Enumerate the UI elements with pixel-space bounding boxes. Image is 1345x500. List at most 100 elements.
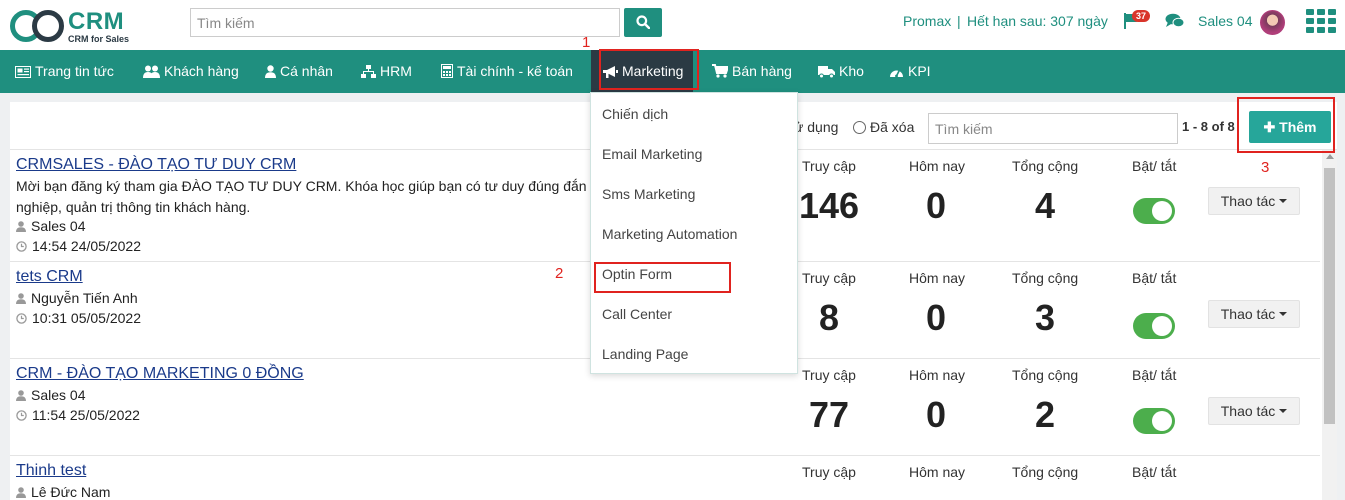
form-title-link[interactable]: CRMSALES - ĐÀO TẠO TƯ DUY CRM <box>16 156 296 174</box>
clock-icon <box>16 241 27 252</box>
nav-item-personal[interactable]: Cá nhân <box>265 50 333 93</box>
nav-item-warehouse[interactable]: Kho <box>818 50 864 93</box>
global-search-input[interactable] <box>190 8 620 37</box>
truck-icon <box>818 66 835 79</box>
pagination-info: 1 - 8 of 8 <box>1182 119 1235 134</box>
global-search <box>190 8 662 37</box>
logo-text: CRM <box>68 8 125 35</box>
annotation-step-1: 1 <box>582 34 591 51</box>
list-search-input[interactable] <box>928 113 1178 144</box>
actions-label: Thao tác <box>1220 193 1276 209</box>
user-icon <box>16 487 26 498</box>
enable-toggle[interactable] <box>1133 408 1175 434</box>
form-owner-name: Lê Đức Nam <box>31 484 111 500</box>
nav-item-label: KPI <box>908 63 931 79</box>
nav-item-label: Tài chính - kế toán <box>457 63 573 79</box>
form-owner-name: Nguyễn Tiến Anh <box>31 290 138 306</box>
notification-badge: 37 <box>1132 10 1151 22</box>
actions-label: Thao tác <box>1220 403 1276 419</box>
nav-item-label: Trang tin tức <box>35 63 114 79</box>
total-count: 2 <box>1034 394 1056 435</box>
today-count: 0 <box>925 394 947 435</box>
form-owner-name: Sales 04 <box>31 218 86 234</box>
comments-icon <box>1165 13 1185 28</box>
clock-icon <box>16 313 27 324</box>
nav-item-label: Cá nhân <box>280 63 333 79</box>
form-title-link[interactable]: tets CRM <box>16 268 83 286</box>
caret-down-icon <box>1279 409 1288 413</box>
scroll-up-arrow-icon[interactable] <box>1326 154 1334 159</box>
global-search-button[interactable] <box>624 8 662 37</box>
total-count: 3 <box>1034 297 1056 338</box>
nav-item-sales[interactable]: Bán hàng <box>712 50 792 93</box>
enable-toggle[interactable] <box>1133 198 1175 224</box>
apps-grid-icon[interactable] <box>1306 9 1337 33</box>
form-time: 10:31 05/05/2022 <box>16 310 141 326</box>
annotation-box-marketing <box>599 49 699 90</box>
nav-item-hrm[interactable]: HRM <box>361 50 412 93</box>
radio-deleted[interactable] <box>853 121 866 134</box>
newspaper-icon <box>15 66 31 78</box>
nav-item-customers[interactable]: Khách hàng <box>143 50 239 93</box>
user-icon <box>265 65 276 78</box>
dashboard-icon <box>890 69 903 78</box>
access-count: 8 <box>818 297 840 338</box>
scrollbar-thumb[interactable] <box>1324 168 1335 424</box>
user-icon <box>16 390 26 401</box>
annotation-box-optin-form <box>594 262 731 293</box>
clock-icon <box>16 410 27 421</box>
actions-dropdown-button[interactable]: Thao tác <box>1208 397 1300 425</box>
total-label: Tổng cộng <box>1012 367 1079 383</box>
form-owner: Sales 04 <box>16 387 85 403</box>
avatar[interactable] <box>1260 10 1285 35</box>
total-label: Tổng cộng <box>1012 464 1079 480</box>
user-icon <box>16 293 26 304</box>
menu-item-marketing-automation[interactable]: Marketing Automation <box>602 226 737 242</box>
nav-item-label: Khách hàng <box>164 63 239 79</box>
chat-button[interactable] <box>1165 13 1185 32</box>
annotation-step-2: 2 <box>555 265 564 282</box>
form-time: 14:54 24/05/2022 <box>16 238 141 254</box>
cart-icon <box>712 64 730 78</box>
form-owner: Sales 04 <box>16 218 85 234</box>
plan-name: Promax <box>903 13 952 29</box>
user-name[interactable]: Sales 04 <box>1198 13 1252 29</box>
form-owner: Lê Đức Nam <box>16 484 110 500</box>
menu-item-sms-marketing[interactable]: Sms Marketing <box>602 186 695 202</box>
menu-item-call-center[interactable]: Call Center <box>602 306 672 322</box>
nav-item-finance[interactable]: Tài chính - kế toán <box>441 50 573 93</box>
radio-deleted-label[interactable]: Đã xóa <box>870 119 914 135</box>
form-owner-name: Sales 04 <box>31 387 86 403</box>
menu-item-email-marketing[interactable]: Email Marketing <box>602 146 702 162</box>
nav-item-news[interactable]: Trang tin tức <box>15 50 114 93</box>
enable-toggle[interactable] <box>1133 313 1175 339</box>
total-label: Tổng cộng <box>1012 158 1079 174</box>
caret-down-icon <box>1279 312 1288 316</box>
menu-item-landing-page[interactable]: Landing Page <box>602 346 688 362</box>
menu-item-campaign[interactable]: Chiến dịch <box>602 106 668 122</box>
today-label: Hôm nay <box>909 158 966 174</box>
sitemap-icon <box>361 65 376 78</box>
form-description: Mời bạn đăng ký tham gia ĐÀO TẠO TƯ DUY … <box>16 178 587 215</box>
toggle-label: Bật/ tắt <box>1132 158 1177 174</box>
actions-dropdown-button[interactable]: Thao tác <box>1208 300 1300 328</box>
user-icon <box>16 221 26 232</box>
form-time: 11:54 25/05/2022 <box>16 407 140 423</box>
actions-dropdown-button[interactable]: Thao tác <box>1208 187 1300 215</box>
today-count: 0 <box>925 297 947 338</box>
form-title-link[interactable]: CRM - ĐÀO TẠO MARKETING 0 ĐỒNG <box>16 365 304 383</box>
access-label: Truy cập <box>802 270 856 286</box>
total-label: Tổng cộng <box>1012 270 1079 286</box>
access-count: 146 <box>798 185 860 226</box>
logo-tagline: CRM for Sales <box>68 34 130 44</box>
logo[interactable]: CRM CRM for Sales <box>10 8 140 44</box>
nav-item-kpi[interactable]: KPI <box>889 50 931 93</box>
caret-down-icon <box>1279 199 1288 203</box>
expiry-text: Hết hạn sau: 307 ngày <box>967 13 1108 29</box>
radio-in-use-label[interactable]: ử dụng <box>794 119 838 135</box>
today-label: Hôm nay <box>909 367 966 383</box>
form-time-value: 11:54 25/05/2022 <box>32 407 140 423</box>
nav-item-label: Kho <box>839 63 864 79</box>
access-label: Truy cập <box>802 158 856 174</box>
form-title-link[interactable]: Thinh test <box>16 462 86 480</box>
